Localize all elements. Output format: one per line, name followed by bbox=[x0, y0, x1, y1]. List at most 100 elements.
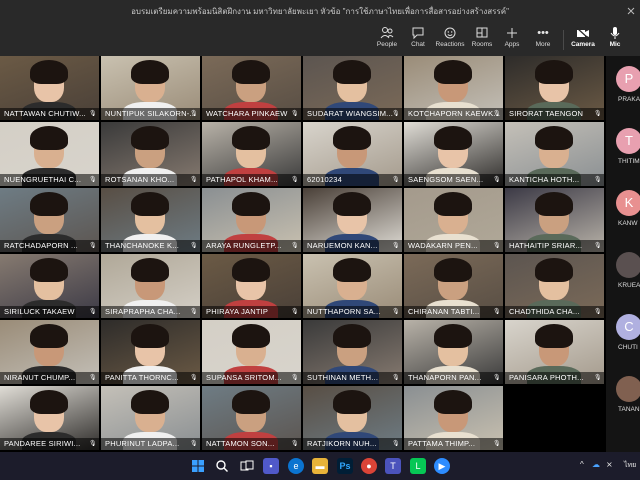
camera-button[interactable]: Camera bbox=[568, 25, 598, 53]
participant-hair bbox=[434, 324, 472, 348]
participant-tile[interactable]: SAENGSOM SAEN... 🎙 bbox=[404, 122, 503, 186]
participant-tile[interactable]: RATJIKORN NUH... 🎙 bbox=[303, 386, 402, 450]
participant-tile[interactable]: RATCHADAPORN ... 🎙 bbox=[0, 188, 99, 252]
onedrive-icon[interactable]: ☁ bbox=[592, 460, 600, 469]
participant-hair bbox=[434, 258, 472, 282]
mic-muted-icon: 🎙 bbox=[392, 111, 400, 117]
mic-icon bbox=[610, 27, 620, 39]
participant-tile[interactable]: KANTICHA HOTH... 🎙 bbox=[505, 122, 604, 186]
meet-icon[interactable]: ▪ bbox=[263, 458, 279, 474]
search-icon[interactable] bbox=[214, 458, 230, 474]
participant-tile[interactable]: SIRORAT TAENGON 🎙 bbox=[505, 56, 604, 120]
participant-tile[interactable]: CHADTHIDA CHA... 🎙 bbox=[505, 254, 604, 318]
participant-tile[interactable]: NIRANUT CHUMP... 🎙 bbox=[0, 320, 99, 384]
mic-muted-icon: 🎙 bbox=[89, 243, 97, 249]
participant-hair bbox=[333, 258, 371, 282]
participant-name: NUENGRUETHAI C... bbox=[0, 174, 99, 186]
start-icon[interactable] bbox=[190, 458, 206, 474]
participant-name: SIRORAT TAENGON bbox=[505, 108, 604, 120]
participant-tile[interactable]: CHIRANAN TABTI... 🎙 bbox=[404, 254, 503, 318]
mic-muted-icon: 🎙 bbox=[89, 309, 97, 315]
participant-tile[interactable]: NATTAWAN CHUTIW... 🎙 bbox=[0, 56, 99, 120]
chat-button[interactable]: Chat bbox=[403, 25, 433, 53]
line-app-icon[interactable]: L bbox=[410, 458, 426, 474]
close-window-icon[interactable] bbox=[626, 6, 636, 16]
roster-participant[interactable]: P PRAKA bbox=[610, 62, 640, 114]
participant-tile[interactable]: WADAKARN PEN... 🎙 bbox=[404, 188, 503, 252]
participant-tile[interactable]: NUNTIPUK SILAKORN-... 🎙 bbox=[101, 56, 200, 120]
mic-muted-icon: 🎙 bbox=[493, 441, 501, 447]
participant-tile[interactable]: WATCHARA PINKAEW 🎙 bbox=[202, 56, 301, 120]
apps-button[interactable]: Apps bbox=[497, 25, 527, 53]
participant-name: KANTICHA HOTH... bbox=[505, 174, 604, 186]
participant-tile[interactable]: ROTSANAN KHO... 🎙 bbox=[101, 122, 200, 186]
participant-tile[interactable]: PANITTA THORNC... 🎙 bbox=[101, 320, 200, 384]
participant-tile[interactable]: KOTCHAPORN KAEWK... 🎙 bbox=[404, 56, 503, 120]
participant-tile[interactable]: PANISARA PHOTH... 🎙 bbox=[505, 320, 604, 384]
participant-hair bbox=[30, 390, 68, 414]
participant-tile[interactable]: NUTTHAPORN SA... 🎙 bbox=[303, 254, 402, 318]
participant-tile[interactable]: PATTAMA THIMP... 🎙 bbox=[404, 386, 503, 450]
zoom-icon[interactable]: ▶ bbox=[434, 458, 450, 474]
mic-muted-icon: 🎙 bbox=[493, 177, 501, 183]
participant-hair bbox=[30, 126, 68, 150]
participant-hair bbox=[30, 192, 68, 216]
roster-participant[interactable]: TANAN bbox=[610, 372, 640, 424]
participant-hair bbox=[232, 324, 270, 348]
participant-video-grid: NATTAWAN CHUTIW... 🎙 NUNTIPUK SILAKORN-...… bbox=[0, 56, 606, 452]
participant-tile[interactable]: HATHAITIP SRIAR... 🎙 bbox=[505, 188, 604, 252]
participant-name: SUDARAT WIANGSIM... bbox=[303, 108, 402, 120]
participant-tile[interactable]: NARUEMON KAN... 🎙 bbox=[303, 188, 402, 252]
roster-participant[interactable]: KRUEA bbox=[610, 248, 640, 300]
roster-participant[interactable]: C CHUTI bbox=[610, 310, 640, 362]
file-explorer-icon[interactable]: ▬ bbox=[312, 458, 328, 474]
roster-participant[interactable]: T THITIM bbox=[610, 124, 640, 176]
participant-tile[interactable]: SUPANSA SRITOM... 🎙 bbox=[202, 320, 301, 384]
mic-muted-icon: 🎙 bbox=[89, 375, 97, 381]
participant-name: NUNTIPUK SILAKORN-... bbox=[101, 108, 200, 120]
participant-tile[interactable]: THANAPORN PAN... 🎙 bbox=[404, 320, 503, 384]
participant-tile[interactable]: THANCHANOKE K... 🎙 bbox=[101, 188, 200, 252]
participant-name: THANCHANOKE K... bbox=[101, 240, 200, 252]
participant-tile[interactable]: SIRILUCK TAKAEW 🎙 bbox=[0, 254, 99, 318]
participant-tile[interactable]: SUDARAT WIANGSIM... 🎙 bbox=[303, 56, 402, 120]
edge-icon[interactable]: e bbox=[288, 458, 304, 474]
participant-hair bbox=[30, 258, 68, 282]
participant-hair bbox=[232, 60, 270, 84]
participant-tile[interactable]: NATTAMON SON... 🎙 bbox=[202, 386, 301, 450]
participant-name: KOTCHAPORN KAEWK... bbox=[404, 108, 503, 120]
photoshop-icon[interactable]: Ps bbox=[337, 458, 353, 474]
participant-tile[interactable]: PHIRAYA JANTIP 🎙 bbox=[202, 254, 301, 318]
participant-tile[interactable]: PANDAREE SIRIWI... 🎙 bbox=[0, 386, 99, 450]
participant-tile[interactable]: NUENGRUETHAI C... 🎙 bbox=[0, 122, 99, 186]
avatar: P bbox=[616, 66, 640, 92]
participant-tile[interactable]: ARAYA RUNGLETP... 🎙 bbox=[202, 188, 301, 252]
rooms-button[interactable]: Rooms bbox=[467, 25, 497, 53]
participant-hair bbox=[232, 192, 270, 216]
tray-chevron-icon[interactable]: ^ bbox=[580, 460, 584, 469]
mic-muted-icon: 🎙 bbox=[493, 375, 501, 381]
roster-participant[interactable]: K KANW bbox=[610, 186, 640, 238]
task-view-icon[interactable] bbox=[239, 458, 255, 474]
teams-icon[interactable]: T bbox=[385, 458, 401, 474]
speaker-muted-icon[interactable]: ⨯ bbox=[606, 460, 613, 469]
mic-muted-icon: 🎙 bbox=[89, 441, 97, 447]
mic-muted-icon: 🎙 bbox=[190, 375, 198, 381]
participant-tile[interactable]: PATHAPOL KHAM... 🎙 bbox=[202, 122, 301, 186]
reactions-button[interactable]: Reactions bbox=[435, 25, 465, 53]
participant-tile[interactable]: SIRAPRAPHA CHA... 🎙 bbox=[101, 254, 200, 318]
participant-tile[interactable]: 62010234 🎙 bbox=[303, 122, 402, 186]
people-button[interactable]: People bbox=[372, 25, 402, 53]
participant-hair bbox=[535, 324, 573, 348]
chrome-icon[interactable]: ● bbox=[361, 458, 377, 474]
participant-hair bbox=[434, 192, 472, 216]
mic-muted-icon: 🎙 bbox=[493, 309, 501, 315]
input-language[interactable]: ไทย bbox=[624, 460, 636, 471]
participant-name: NIRANUT CHUMP... bbox=[0, 372, 99, 384]
participant-tile[interactable]: SUTHINAN METH... 🎙 bbox=[303, 320, 402, 384]
participant-tile[interactable]: PHURINUT LADPA... 🎙 bbox=[101, 386, 200, 450]
mic-button[interactable]: Mic bbox=[600, 25, 630, 53]
more-button[interactable]: ••• More bbox=[528, 25, 558, 53]
mic-muted-icon: 🎙 bbox=[291, 243, 299, 249]
participant-hair bbox=[131, 258, 169, 282]
